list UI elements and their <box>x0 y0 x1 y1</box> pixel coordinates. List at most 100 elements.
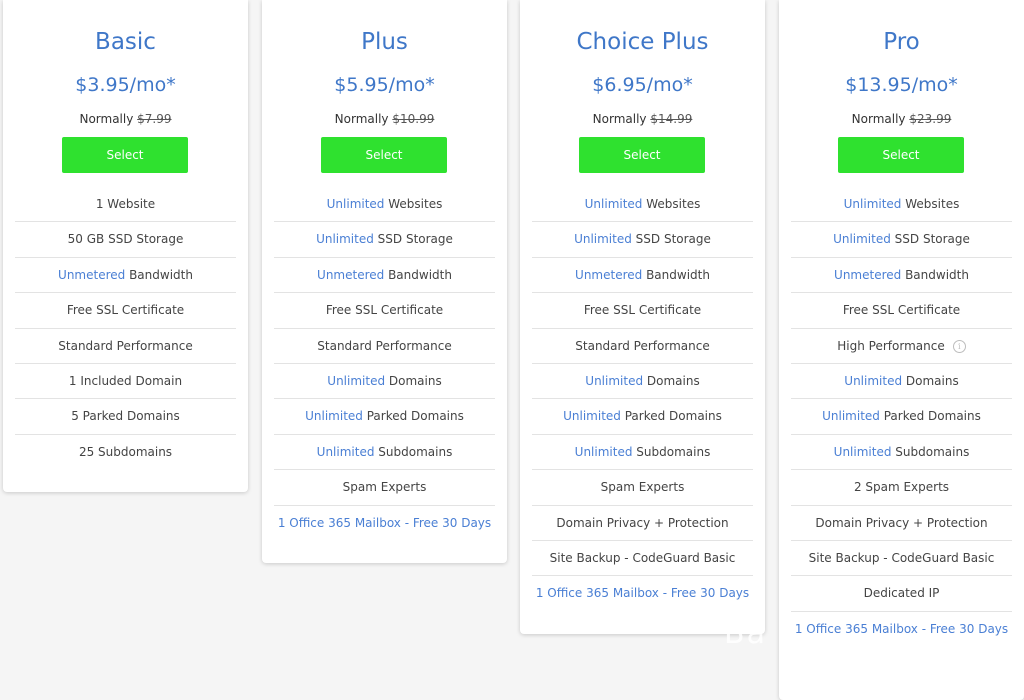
plan-price: $6.95/mo* <box>592 74 693 96</box>
feature-row: Free SSL Certificate <box>274 293 495 329</box>
feature-highlight: Unlimited <box>584 197 643 211</box>
normal-price-line: Normally $10.99 <box>262 111 507 127</box>
feature-text: Free SSL Certificate <box>842 303 961 318</box>
feature-text: 2 Spam Experts <box>853 480 950 495</box>
feature-highlight: Unmetered <box>58 267 126 282</box>
feature-text: Parked Domains <box>879 409 981 424</box>
feature-row: Unlimited Parked Domains <box>791 399 1012 435</box>
feature-row: High Performance i <box>791 329 1012 364</box>
feature-text: High Performance <box>837 338 945 353</box>
feature-row: Unlimited Subdomains <box>532 435 753 471</box>
feature-row: Spam Experts <box>274 470 495 506</box>
old-price: $10.99 <box>392 112 435 126</box>
old-price: $23.99 <box>909 112 952 126</box>
feature-text: Parked Domains <box>362 409 464 424</box>
office-365-link[interactable]: 1 Office 365 Mailbox - Free 30 Days <box>532 576 753 611</box>
feature-row: 2 Spam Experts <box>791 470 1012 506</box>
feature-row: Spam Experts <box>532 470 753 506</box>
normally-label: Normally <box>851 112 906 126</box>
normal-price-line: Normally $23.99 <box>779 111 1024 127</box>
feature-row: Free SSL Certificate <box>791 293 1012 329</box>
feature-list: 1 Website 50 GB SSD Storage Unmetered Ba… <box>15 187 236 470</box>
plan-title: Pro <box>883 29 920 55</box>
feature-text: SSD Storage <box>373 232 453 247</box>
plan-title: Choice Plus <box>576 29 709 55</box>
feature-row: Standard Performance <box>15 329 236 364</box>
select-plus-button[interactable]: Select <box>321 137 447 173</box>
office-365-link[interactable]: 1 Office 365 Mailbox - Free 30 Days <box>791 612 1012 647</box>
old-price: $14.99 <box>650 112 693 126</box>
feature-highlight: Unlimited <box>316 444 375 459</box>
feature-text: Parked Domains <box>620 409 722 424</box>
plan-title: Plus <box>361 29 408 55</box>
feature-row: Unlimited SSD Storage <box>274 222 495 258</box>
select-pro-button[interactable]: Select <box>838 137 964 173</box>
feature-row: Unlimited Websites <box>274 187 495 223</box>
feature-text: Websites <box>642 197 701 211</box>
feature-row: 25 Subdomains <box>15 435 236 470</box>
feature-row: Free SSL Certificate <box>15 293 236 329</box>
feature-text: 1 Website <box>95 197 156 211</box>
feature-row: Unlimited SSD Storage <box>532 222 753 258</box>
feature-highlight: 1 Office 365 Mailbox - Free 30 Days <box>535 586 750 601</box>
feature-row: Unlimited SSD Storage <box>791 222 1012 258</box>
office-365-link[interactable]: 1 Office 365 Mailbox - Free 30 Days <box>274 506 495 541</box>
feature-text: 1 Included Domain <box>68 373 183 388</box>
feature-text: Websites <box>901 197 960 211</box>
feature-row: Unmetered Bandwidth <box>791 258 1012 294</box>
feature-text: Domains <box>643 373 700 388</box>
feature-text: Domain Privacy + Protection <box>815 515 988 530</box>
normal-price-line: Normally $14.99 <box>520 111 765 127</box>
feature-text: 50 GB SSD Storage <box>67 232 184 247</box>
feature-row: Unlimited Websites <box>791 187 1012 223</box>
feature-text: Free SSL Certificate <box>66 303 185 318</box>
old-price: $7.99 <box>137 112 172 126</box>
feature-highlight: Unlimited <box>844 373 903 388</box>
feature-row: Site Backup - CodeGuard Basic <box>791 541 1012 577</box>
feature-text: Bandwidth <box>642 267 710 282</box>
plan-card-basic: Basic $3.95/mo* Normally $7.99 Select 1 … <box>3 0 248 492</box>
feature-row: Unlimited Parked Domains <box>532 399 753 435</box>
select-choice-plus-button[interactable]: Select <box>579 137 705 173</box>
feature-text: Subdomains <box>632 444 711 459</box>
feature-text: SSD Storage <box>890 232 970 247</box>
feature-text: Free SSL Certificate <box>583 303 702 318</box>
feature-text: Domains <box>385 373 442 388</box>
feature-text: Bandwidth <box>384 267 452 282</box>
normally-label: Normally <box>79 112 134 126</box>
plan-title: Basic <box>95 29 156 55</box>
feature-row: Unlimited Subdomains <box>791 435 1012 471</box>
select-basic-button[interactable]: Select <box>62 137 188 173</box>
feature-text: Standard Performance <box>317 338 452 353</box>
feature-text: Bandwidth <box>125 267 193 282</box>
feature-highlight: Unlimited <box>327 373 386 388</box>
feature-row: Standard Performance <box>274 329 495 364</box>
feature-text: 5 Parked Domains <box>71 409 180 424</box>
feature-highlight: Unlimited <box>326 197 385 211</box>
feature-row: Unmetered Bandwidth <box>532 258 753 294</box>
feature-row: Domain Privacy + Protection <box>791 506 1012 541</box>
plan-price: $3.95/mo* <box>75 74 176 96</box>
feature-row: Unlimited Subdomains <box>274 435 495 471</box>
feature-row: 1 Website <box>15 187 236 223</box>
feature-list: Unlimited Websites Unlimited SSD Storage… <box>532 187 753 612</box>
watermark: Ba <box>724 616 767 651</box>
normally-label: Normally <box>592 112 647 126</box>
feature-row: Domain Privacy + Protection <box>532 506 753 541</box>
plan-card-pro: Pro $13.95/mo* Normally $23.99 Select Un… <box>779 0 1024 700</box>
feature-row: Free SSL Certificate <box>532 293 753 329</box>
info-icon[interactable]: i <box>952 339 966 353</box>
normal-price-line: Normally $7.99 <box>3 111 248 127</box>
feature-text: SSD Storage <box>631 232 711 247</box>
feature-row: Unlimited Parked Domains <box>274 399 495 435</box>
feature-text: Websites <box>384 197 443 211</box>
feature-text: Site Backup - CodeGuard Basic <box>549 550 736 565</box>
feature-text: Bandwidth <box>901 267 969 282</box>
feature-highlight: Unmetered <box>317 267 385 282</box>
plan-card-choice-plus: Choice Plus $6.95/mo* Normally $14.99 Se… <box>520 0 765 634</box>
feature-text: Standard Performance <box>58 338 193 353</box>
feature-row: 5 Parked Domains <box>15 399 236 435</box>
feature-highlight: 1 Office 365 Mailbox - Free 30 Days <box>277 515 492 530</box>
feature-highlight: Unmetered <box>834 267 902 282</box>
feature-list: Unlimited Websites Unlimited SSD Storage… <box>274 187 495 541</box>
